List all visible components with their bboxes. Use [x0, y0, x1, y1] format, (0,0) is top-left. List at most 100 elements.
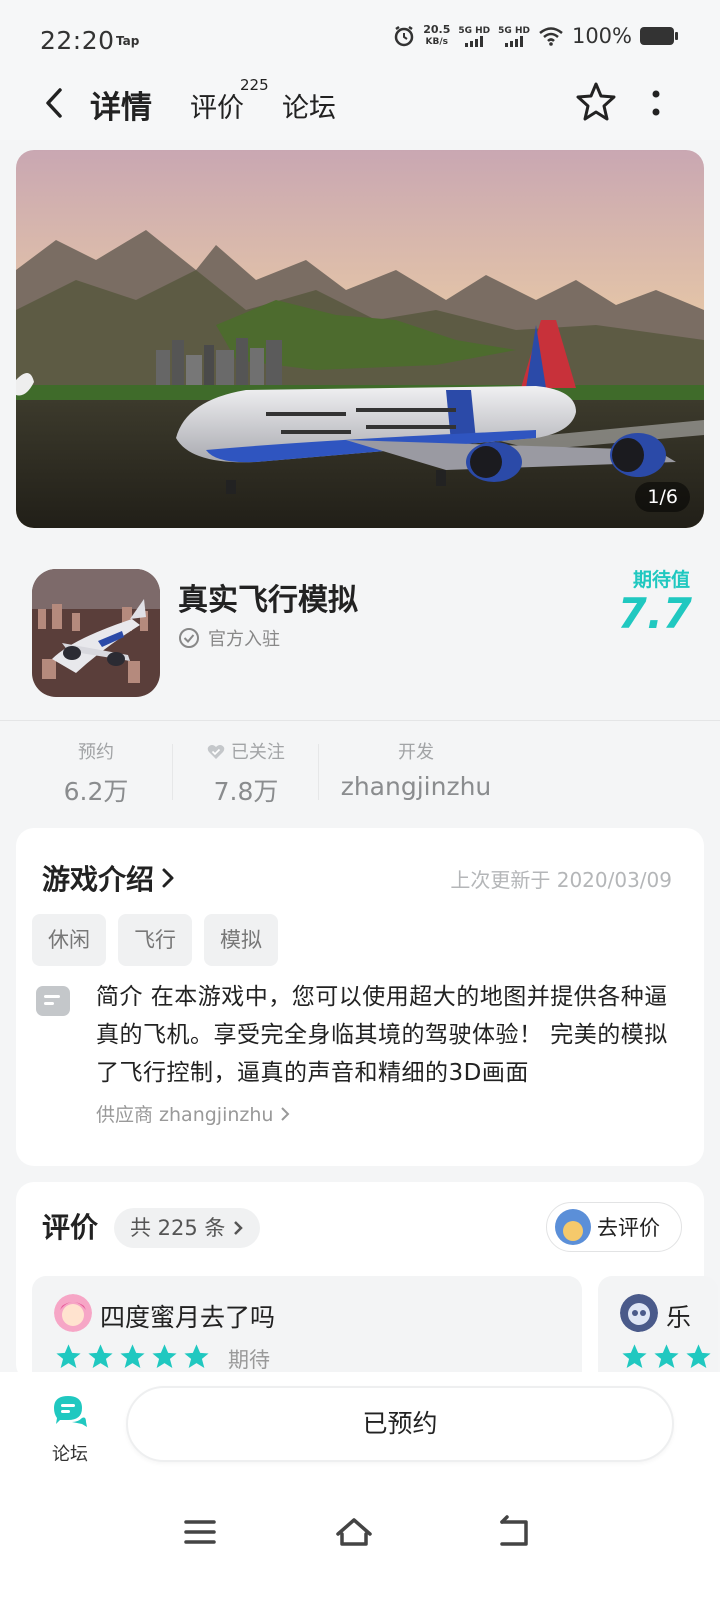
screenshot-counter: 1/6	[635, 482, 690, 512]
app-tag: Tap	[116, 34, 140, 48]
stat-developer-value: zhangjinzhu	[340, 772, 492, 801]
tab-forum-label: 论坛	[282, 93, 336, 124]
review-count-label: 共 225 条	[130, 1216, 226, 1240]
chevron-right-icon	[280, 1107, 289, 1121]
reviewer-avatar	[620, 1294, 658, 1332]
tag-chip[interactable]: 模拟	[204, 914, 278, 966]
battery-icon	[640, 27, 678, 45]
tab-forum[interactable]: 论坛	[282, 86, 336, 125]
stat-divider	[172, 744, 173, 800]
sim1-label: 5G HD	[458, 25, 491, 36]
heart-check-icon	[207, 745, 225, 759]
game-title: 真实飞行模拟	[178, 583, 358, 618]
tab-detail[interactable]: 详情	[86, 82, 156, 127]
forum-button[interactable]: 论坛	[44, 1392, 96, 1466]
reviews-card: 评价 共 225 条 去评价 四度蜜月去了吗 期待 乐	[16, 1182, 718, 1396]
back-icon[interactable]	[494, 1512, 534, 1552]
game-app-icon	[32, 569, 160, 697]
bottom-action-bar: 论坛 已预约	[0, 1372, 720, 1600]
forum-label: 论坛	[52, 1444, 88, 1465]
reserved-button[interactable]: 已预约	[126, 1386, 674, 1462]
reviews-title: 评价	[42, 1211, 99, 1244]
home-icon[interactable]	[334, 1512, 374, 1552]
review-tag: 期待	[228, 1348, 270, 1372]
menu-icon[interactable]	[180, 1512, 220, 1552]
net-speed-unit: KB/s	[425, 37, 449, 47]
status-icons: 20.5 KB/s 5G HD 5G HD 100%	[393, 24, 678, 48]
stat-reservations: 预约 6.2万	[56, 738, 136, 808]
write-review-button[interactable]: 去评价	[546, 1202, 682, 1252]
supplier-link[interactable]: 供应商 zhangjinzhu	[96, 1100, 290, 1127]
official-badge: 官方入驻	[178, 625, 280, 651]
star-filled-icon	[56, 1344, 81, 1368]
chevron-right-icon	[162, 868, 174, 888]
game-header: 真实飞行模拟 官方入驻 期待值 7.7	[0, 545, 720, 720]
tab-review[interactable]: 评价	[190, 86, 244, 125]
reviewer-avatar	[54, 1294, 92, 1332]
stat-followers-label: 已关注	[230, 742, 285, 763]
alarm-icon	[394, 25, 414, 47]
tab-review-label: 评价	[190, 93, 244, 124]
sim1-signal: 5G HD	[458, 26, 490, 47]
tag-chip[interactable]: 飞行	[118, 914, 192, 966]
system-nav-bar	[0, 1492, 720, 1572]
game-screenshot-image	[16, 150, 704, 528]
stat-followers[interactable]: 已关注 7.8万	[196, 738, 296, 808]
sim2-signal: 5G HD	[498, 26, 530, 47]
star-filled-icon	[184, 1344, 209, 1368]
star-filled-icon	[654, 1344, 679, 1368]
last-updated: 上次更新于 2020/03/09	[450, 868, 672, 892]
screenshot-carousel[interactable]: 1/6	[16, 150, 704, 528]
review-count-pill[interactable]: 共 225 条	[114, 1208, 261, 1248]
stat-divider	[318, 744, 319, 800]
expectation-label: 期待值	[632, 569, 690, 591]
reviewer-name: 四度蜜月去了吗	[100, 1303, 276, 1332]
status-bar: 22:20 Tap 20.5 KB/s 5G HD 5G HD 100%	[0, 0, 720, 80]
wifi-icon	[539, 27, 563, 46]
stat-developer[interactable]: 开发 zhangjinzhu	[336, 738, 496, 801]
net-speed-value: 20.5	[423, 23, 451, 36]
signal-bars-icon	[458, 35, 490, 47]
signal-bars-icon	[498, 35, 530, 47]
back-arrow-icon[interactable]	[40, 86, 70, 120]
top-nav: 详情 评价 225 论坛	[0, 72, 720, 140]
star-filled-icon	[686, 1344, 711, 1368]
supplier-label: 供应商 zhangjinzhu	[96, 1104, 274, 1126]
game-icon-image	[32, 569, 160, 697]
intro-title[interactable]: 游戏介绍	[42, 858, 176, 898]
official-label: 官方入驻	[208, 629, 280, 650]
review-stars	[620, 1342, 713, 1371]
description-icon	[36, 986, 70, 1016]
review-stars	[54, 1342, 211, 1371]
star-filled-icon	[88, 1344, 113, 1368]
game-description[interactable]: 简介 在本游戏中，您可以使用超大的地图并提供各种逼真的飞机。享受完全身临其境的驾…	[96, 978, 678, 1092]
stats-row: 预约 6.2万 已关注 7.8万 开发 zhangjinzhu	[0, 724, 720, 816]
game-intro-card: 游戏介绍 上次更新于 2020/03/09 休闲 飞行 模拟 简介 在本游戏中，…	[16, 828, 704, 1166]
star-filled-icon	[152, 1344, 177, 1368]
forum-chat-icon	[54, 1396, 87, 1427]
stat-reservations-value: 6.2万	[63, 777, 129, 806]
net-speed: 20.5 KB/s	[423, 24, 450, 48]
tag-chip[interactable]: 休闲	[32, 914, 106, 966]
expectation-score: 7.7	[617, 589, 692, 638]
chevron-right-icon	[234, 1221, 243, 1235]
write-review-label: 去评价	[597, 1216, 660, 1240]
divider	[0, 720, 720, 721]
star-filled-icon	[120, 1344, 145, 1368]
review-count-badge: 225	[240, 76, 269, 94]
battery-percent: 100%	[571, 24, 632, 48]
tab-detail-label: 详情	[90, 90, 152, 126]
intro-title-label: 游戏介绍	[42, 863, 155, 896]
stat-followers-label-wrap: 已关注	[196, 738, 296, 764]
tag-list: 休闲 飞行 模拟	[32, 914, 278, 966]
stat-reservations-label: 预约	[78, 742, 114, 763]
star-filled-icon	[622, 1344, 647, 1368]
reviewer-name: 乐	[666, 1303, 692, 1332]
status-time: 22:20	[40, 26, 115, 55]
favorite-star-icon[interactable]	[574, 80, 618, 124]
stat-followers-value: 7.8万	[213, 777, 279, 806]
user-avatar	[555, 1209, 591, 1245]
more-options-icon[interactable]	[650, 88, 662, 120]
sim2-label: 5G HD	[498, 25, 530, 36]
stat-developer-label: 开发	[398, 742, 434, 763]
